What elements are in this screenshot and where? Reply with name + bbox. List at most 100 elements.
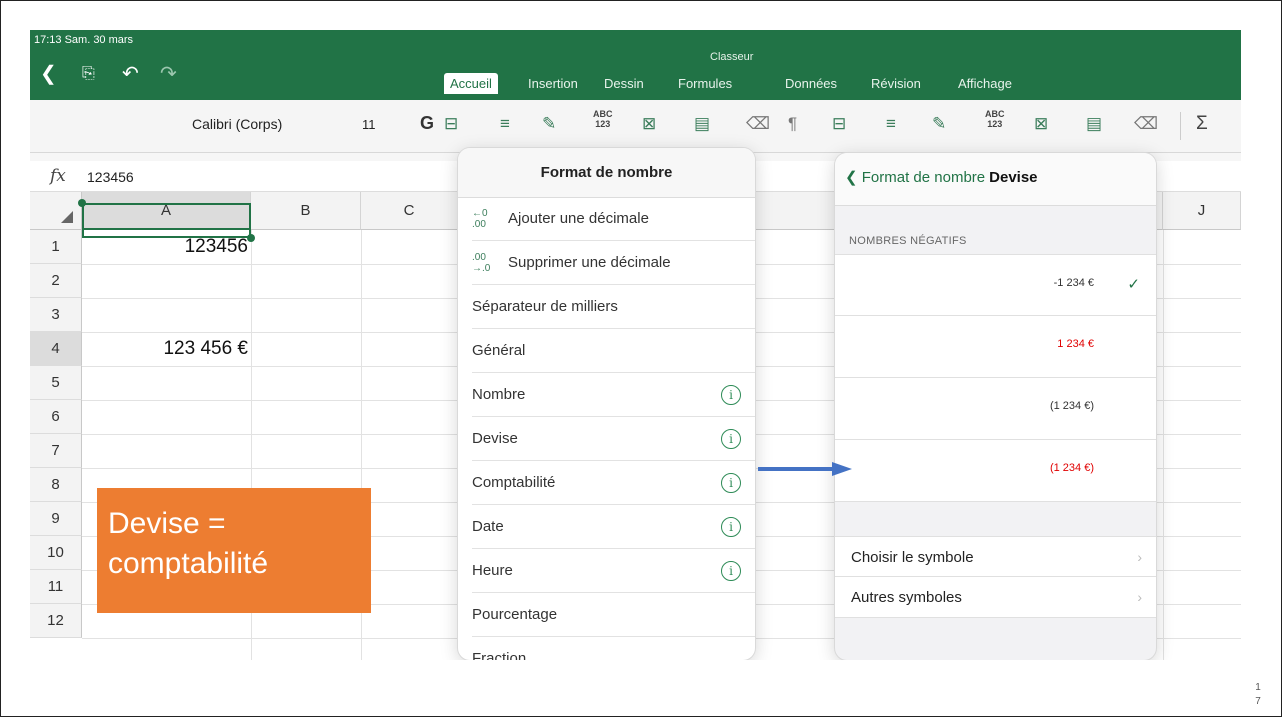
merge-cells-icon-2[interactable]: ⊟ [832,114,846,134]
wrap-text-icon-2[interactable]: ≡ [886,114,896,134]
callout-box: Devise = comptabilité [97,488,371,613]
number-format-popover: Format de nombre ←0.00 Ajouter une décima… [458,148,755,660]
negative-option-1[interactable]: -1 234 € ✓ [835,254,1156,316]
negative-option-label: (1 234 €) [1049,400,1094,412]
info-icon[interactable]: i [721,429,741,449]
document-title: Classeur [710,51,754,63]
row-header-5[interactable]: 5 [30,366,82,400]
chevron-right-icon: › [1137,549,1142,565]
select-all-corner[interactable] [30,192,82,230]
panel-title: Devise [989,169,1038,186]
column-header-c[interactable]: C [361,192,458,230]
table-icon-2[interactable]: ⊠ [1034,114,1048,134]
freeze-panes-icon-2[interactable]: ▤ [1086,114,1102,134]
eraser-icon-2[interactable]: ⌫ [1134,114,1158,134]
choose-symbol-row[interactable]: Choisir le symbole › [835,536,1156,577]
cell-a4[interactable]: 123 456 € [82,338,248,360]
menu-item-date[interactable]: Date i [472,505,755,549]
remove-decimal-icon: .00 →.0 [472,252,491,275]
info-icon[interactable]: i [721,517,741,537]
row-header-7[interactable]: 7 [30,434,82,468]
negative-option-label: (1 234 €) [1049,462,1094,474]
menu-item-add-decimal[interactable]: ←0.00 Ajouter une décimale [472,197,755,241]
add-decimal-icon: ←0.00 [472,208,488,231]
info-icon[interactable]: i [721,473,741,493]
tab-formules[interactable]: Formules [678,76,732,91]
tab-insertion[interactable]: Insertion [528,76,578,91]
column-header-j[interactable]: J [1163,192,1241,230]
info-icon[interactable]: i [721,561,741,581]
back-chevron-icon[interactable]: ❮ [40,62,57,86]
font-name-selector[interactable]: Calibri (Corps) [192,116,282,132]
format-painter-icon[interactable]: ✎ [542,114,556,134]
app-header: 17:13 Sam. 30 mars ❮ ⎘ ↶ ↷ Classeur Accu… [30,30,1241,100]
popover-title: Format de nombre [458,148,755,198]
grid-line [1163,230,1164,660]
row-header-11[interactable]: 11 [30,570,82,604]
undo-icon[interactable]: ↶ [122,62,139,86]
row-header-8[interactable]: 8 [30,468,82,502]
autosum-icon[interactable]: Σ [1196,113,1208,135]
chevron-right-icon: › [1137,589,1142,605]
number-format-icon-2[interactable]: ABC 123 [985,109,1005,129]
formula-input[interactable]: 123456 [87,169,134,185]
freeze-panes-icon[interactable]: ▤ [694,114,710,134]
menu-item-fraction[interactable]: Fraction [472,637,755,660]
tab-dessin[interactable]: Dessin [604,76,644,91]
info-icon[interactable]: i [721,385,741,405]
selection-handle-top[interactable] [78,199,86,207]
blue-arrow-icon [758,462,852,476]
menu-item-thousands-separator[interactable]: Séparateur de milliers [472,285,755,329]
menu-item-heure[interactable]: Heure i [472,549,755,593]
paragraph-icon[interactable]: ¶ [788,114,797,134]
row-header-9[interactable]: 9 [30,502,82,536]
selection-handle-bottom[interactable] [247,234,255,242]
menu-item-comptabilite[interactable]: Comptabilité i [472,461,755,505]
back-to-format-link[interactable]: ❮ Format de nombre Devise [845,168,1038,186]
callout-line-2: comptabilité [108,547,269,580]
format-painter-icon-2[interactable]: ✎ [932,114,946,134]
fx-icon: fx [50,166,66,186]
number-format-icon[interactable]: ABC 123 [593,109,613,129]
row-header-6[interactable]: 6 [30,400,82,434]
popover-header: ❮ Format de nombre Devise [835,153,1156,206]
menu-item-devise[interactable]: Devise i [472,417,755,461]
tab-revision[interactable]: Révision [871,76,921,91]
row-header-4[interactable]: 4 [30,332,82,366]
merge-cells-icon[interactable]: ⊟ [444,114,458,134]
negative-option-4[interactable]: (1 234 €) [835,440,1156,502]
section-label-negative-numbers: NOMBRES NÉGATIFS [849,235,967,247]
negative-option-2[interactable]: 1 234 € [835,316,1156,378]
ipad-excel-screenshot: 17:13 Sam. 30 mars ❮ ⎘ ↶ ↷ Classeur Accu… [30,30,1241,660]
ribbon-toolbar: Calibri (Corps) 11 G ⊟ ≡ ✎ ABC 123 ⊠ ▤ ⌫ … [30,100,1241,153]
negative-option-label: 1 234 € [1057,338,1094,350]
tab-donnees[interactable]: Données [785,76,837,91]
redo-icon[interactable]: ↷ [160,62,177,86]
cell-selection-box [82,203,251,238]
eraser-icon[interactable]: ⌫ [746,114,770,134]
menu-item-remove-decimal[interactable]: .00 →.0 Supprimer une décimale [472,241,755,285]
column-header-b[interactable]: B [251,192,361,230]
row-header-10[interactable]: 10 [30,536,82,570]
row-header-1[interactable]: 1 [30,230,82,264]
tab-affichage[interactable]: Affichage [958,76,1012,91]
status-bar-time: 17:13 Sam. 30 mars [34,34,134,46]
wrap-text-icon[interactable]: ≡ [500,114,510,134]
callout-line-1: Devise = [108,507,226,540]
bold-button[interactable]: G [420,113,434,134]
menu-item-nombre[interactable]: Nombre i [472,373,755,417]
file-icon[interactable]: ⎘ [82,62,95,86]
row-header-3[interactable]: 3 [30,298,82,332]
table-icon[interactable]: ⊠ [642,114,656,134]
menu-item-pourcentage[interactable]: Pourcentage [472,593,755,637]
cell-a1[interactable]: 123456 [82,236,248,258]
negative-option-label: -1 234 € [1053,277,1094,289]
row-header-2[interactable]: 2 [30,264,82,298]
currency-format-popover: ❮ Format de nombre Devise NOMBRES NÉGATIF… [835,153,1156,660]
menu-item-general[interactable]: Général [472,329,755,373]
row-header-12[interactable]: 12 [30,604,82,638]
other-symbols-row[interactable]: Autres symboles › [835,577,1156,618]
font-size-selector[interactable]: 11 [362,117,376,132]
tab-accueil[interactable]: Accueil [444,73,498,94]
negative-option-3[interactable]: (1 234 €) [835,378,1156,440]
